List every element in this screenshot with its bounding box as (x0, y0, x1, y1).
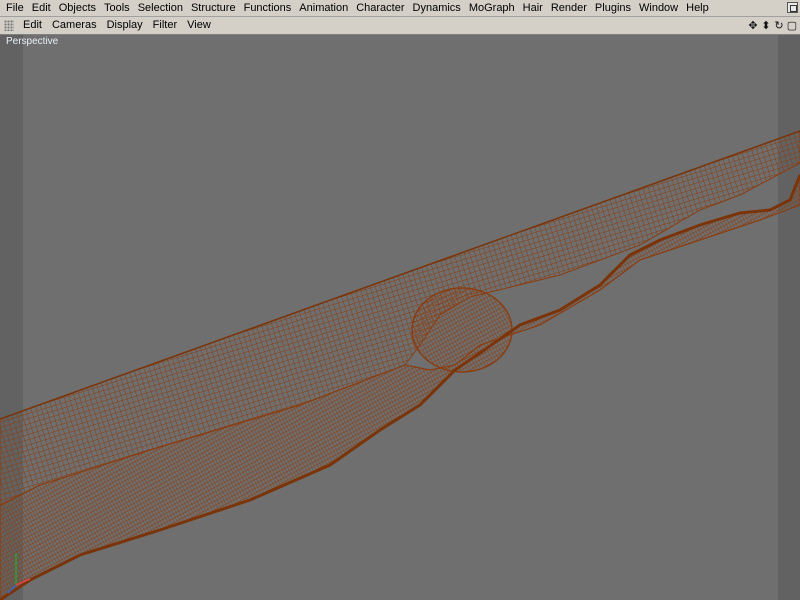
menu-functions[interactable]: Functions (240, 0, 296, 16)
menu-file[interactable]: File (0, 0, 28, 16)
viewport-menu-edit[interactable]: Edit (18, 17, 47, 34)
viewport-toolbar: Edit Cameras Display Filter View ✥ ⬍ ↻ ▢ (0, 17, 800, 35)
menu-edit[interactable]: Edit (28, 0, 55, 16)
menu-selection[interactable]: Selection (134, 0, 187, 16)
menu-dynamics[interactable]: Dynamics (409, 0, 465, 16)
viewport-label[interactable]: Perspective (6, 36, 58, 48)
menu-mograph[interactable]: MoGraph (465, 0, 519, 16)
mesh-upper-face (0, 130, 800, 506)
viewport-menu-filter[interactable]: Filter (148, 17, 182, 34)
menu-help[interactable]: Help (682, 0, 713, 16)
zoom-view-icon[interactable]: ⬍ (760, 19, 772, 33)
menu-window[interactable]: Window (635, 0, 682, 16)
menu-tools[interactable]: Tools (100, 0, 134, 16)
viewport-nav-icons: ✥ ⬍ ↻ ▢ (747, 17, 798, 34)
menu-character[interactable]: Character (352, 0, 408, 16)
menu-plugins[interactable]: Plugins (591, 0, 635, 16)
menu-render[interactable]: Render (547, 0, 591, 16)
viewport-menu-display[interactable]: Display (102, 17, 148, 34)
viewport-menu-cameras[interactable]: Cameras (47, 17, 102, 34)
perspective-viewport[interactable]: Perspective (0, 35, 800, 600)
rotate-view-icon[interactable]: ↻ (773, 19, 785, 33)
mesh-bulge (411, 287, 513, 373)
main-menubar: File Edit Objects Tools Selection Struct… (0, 0, 800, 17)
wireframe-mesh[interactable] (0, 35, 800, 600)
viewport-menu-view[interactable]: View (182, 17, 216, 34)
grip-handle-icon[interactable] (4, 20, 14, 31)
menu-objects[interactable]: Objects (55, 0, 100, 16)
world-axis-icon (7, 553, 31, 594)
move-view-icon[interactable]: ✥ (747, 19, 759, 33)
menu-animation[interactable]: Animation (295, 0, 352, 16)
menu-structure[interactable]: Structure (187, 0, 240, 16)
toggle-views-icon[interactable]: ▢ (786, 19, 798, 33)
menu-hair[interactable]: Hair (519, 0, 547, 16)
restore-window-icon[interactable] (787, 2, 798, 13)
